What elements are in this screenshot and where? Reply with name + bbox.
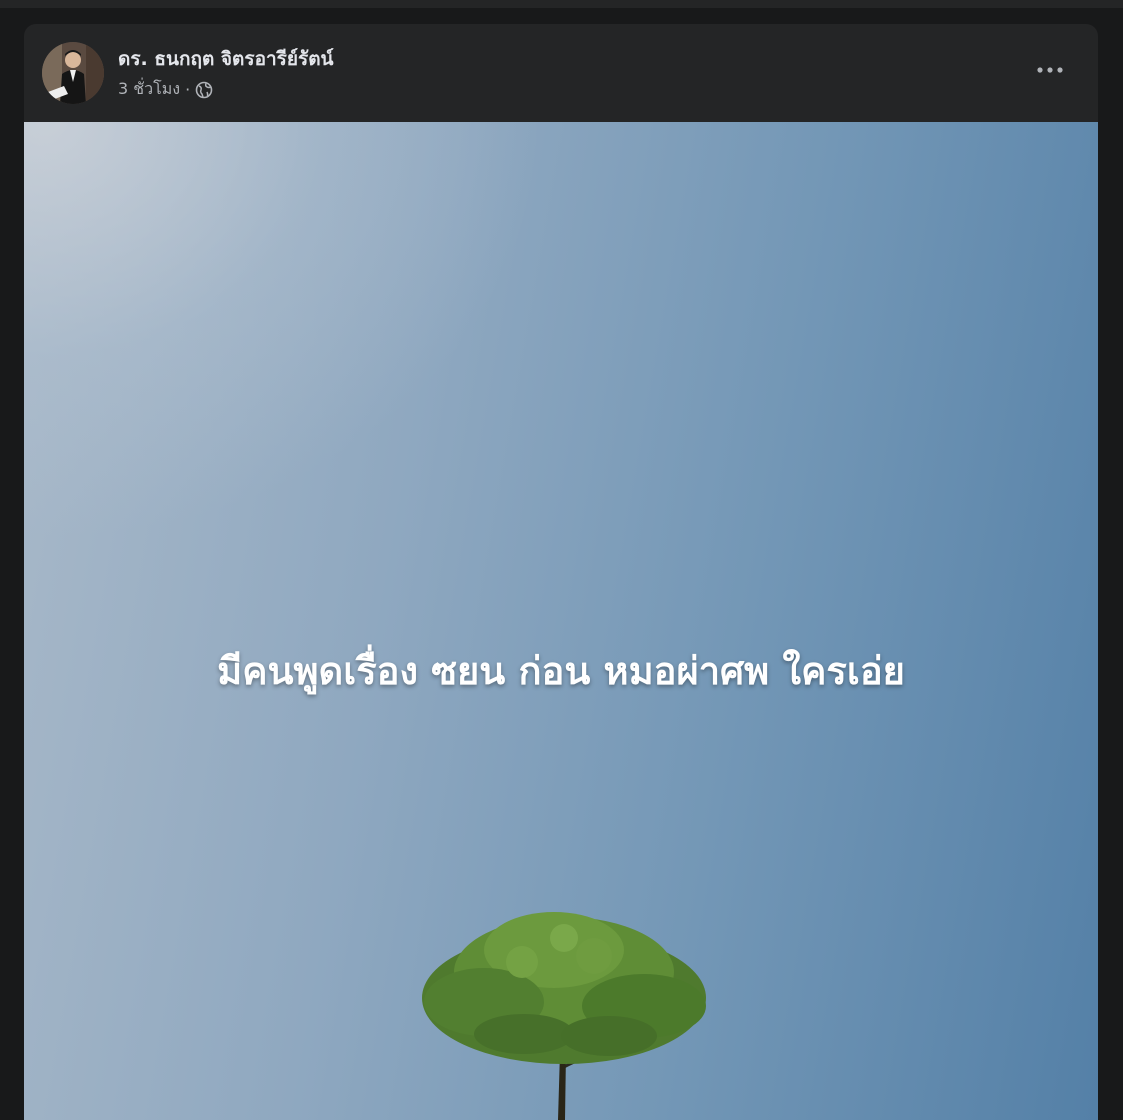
more-options-button[interactable] <box>1026 50 1074 90</box>
tree-illustration <box>422 912 706 1120</box>
author-name[interactable]: ดร. ธนกฤต จิตรอารีย์รัตน์ <box>118 44 334 74</box>
meta-separator: · <box>185 80 191 99</box>
post-meta: 3 ชั่วโมง · <box>118 77 213 102</box>
post-timestamp[interactable]: 3 ชั่วโมง <box>118 77 180 102</box>
post-header: ดร. ธนกฤต จิตรอารีย์รัตน์ 3 ชั่วโมง · <box>24 24 1098 122</box>
top-bar <box>0 0 1123 8</box>
image-caption: มีคนพูดเรื่อง ซยน ก่อน หมอผ่าศพ ใครเอ่ย <box>217 649 905 693</box>
post-image[interactable]: มีคนพูดเรื่อง ซยน ก่อน หมอผ่าศพ ใครเอ่ย <box>24 122 1098 1120</box>
author-avatar[interactable] <box>42 42 104 104</box>
avatar-image <box>42 42 104 104</box>
more-horizontal-icon <box>1037 67 1063 73</box>
globe-icon[interactable] <box>195 81 213 99</box>
post-card: ดร. ธนกฤต จิตรอารีย์รัตน์ 3 ชั่วโมง · มี <box>24 24 1098 1120</box>
